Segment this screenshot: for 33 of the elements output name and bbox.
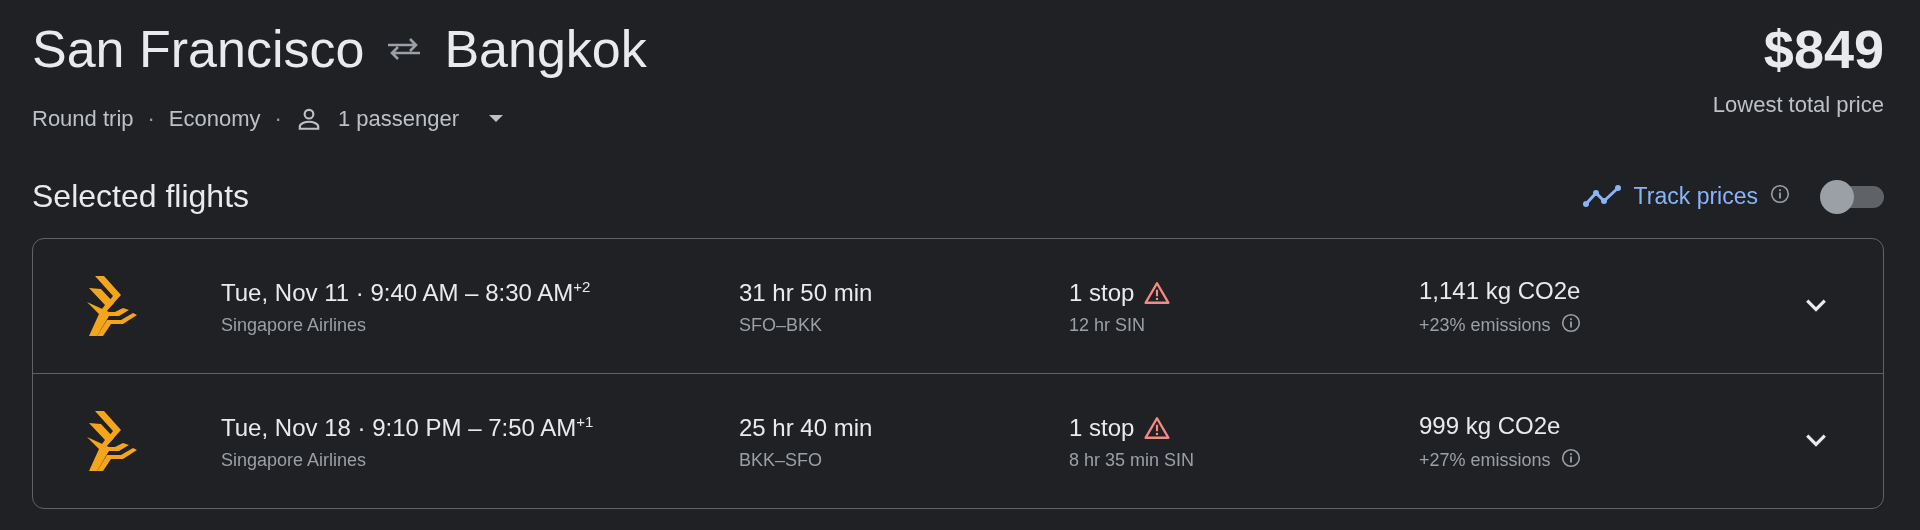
flight-duration: 25 hr 40 min: [739, 412, 874, 443]
section-title: Selected flights: [32, 177, 249, 215]
stop-count: 1 stop: [1069, 277, 1135, 308]
passenger-selector[interactable]: 1 passenger: [295, 106, 503, 132]
co2-emissions: 999 kg CO2e: [1419, 410, 1562, 441]
trip-type: Round trip: [32, 106, 134, 132]
price-caption: Lowest total price: [1712, 92, 1884, 118]
flight-duration: 31 hr 50 min: [739, 277, 874, 308]
separator-dot: ·: [147, 106, 155, 132]
track-prices-link[interactable]: Track prices: [1633, 182, 1758, 210]
co2-emissions: 1,141 kg CO2e: [1419, 275, 1582, 306]
flight-times: Tue, Nov 18 · 9:10 PM – 7:50 AM$^{+1}$: [221, 411, 595, 443]
airport-route: BKK–SFO: [739, 449, 824, 471]
total-price: $849: [1762, 18, 1884, 81]
emissions-change: +27% emissions: [1419, 449, 1551, 471]
stop-count: 1 stop: [1069, 412, 1135, 443]
layover-info: 8 hr 35 min SIN: [1069, 449, 1196, 471]
airline-name: Singapore Airlines: [221, 449, 368, 471]
warning-icon: [1144, 415, 1171, 440]
warning-icon: [1144, 280, 1171, 305]
track-prices-toggle[interactable]: [1820, 180, 1884, 212]
emissions-change: +23% emissions: [1419, 314, 1551, 336]
separator-dot: ·: [274, 106, 282, 132]
layover-info: 12 hr SIN: [1069, 314, 1147, 336]
cabin-class: Economy: [168, 106, 261, 132]
airline-name: Singapore Airlines: [221, 314, 368, 336]
trend-line-icon: [1581, 184, 1622, 208]
flight-times: Tue, Nov 11 · 9:40 AM – 8:30 AM$^{+2}$: [221, 276, 592, 308]
origin-city: San Francisco: [32, 19, 365, 80]
dropdown-caret-icon: [489, 115, 503, 123]
airport-route: SFO–BKK: [739, 314, 824, 336]
destination-city: Bangkok: [444, 19, 647, 80]
swap-arrows-icon: [386, 37, 423, 61]
